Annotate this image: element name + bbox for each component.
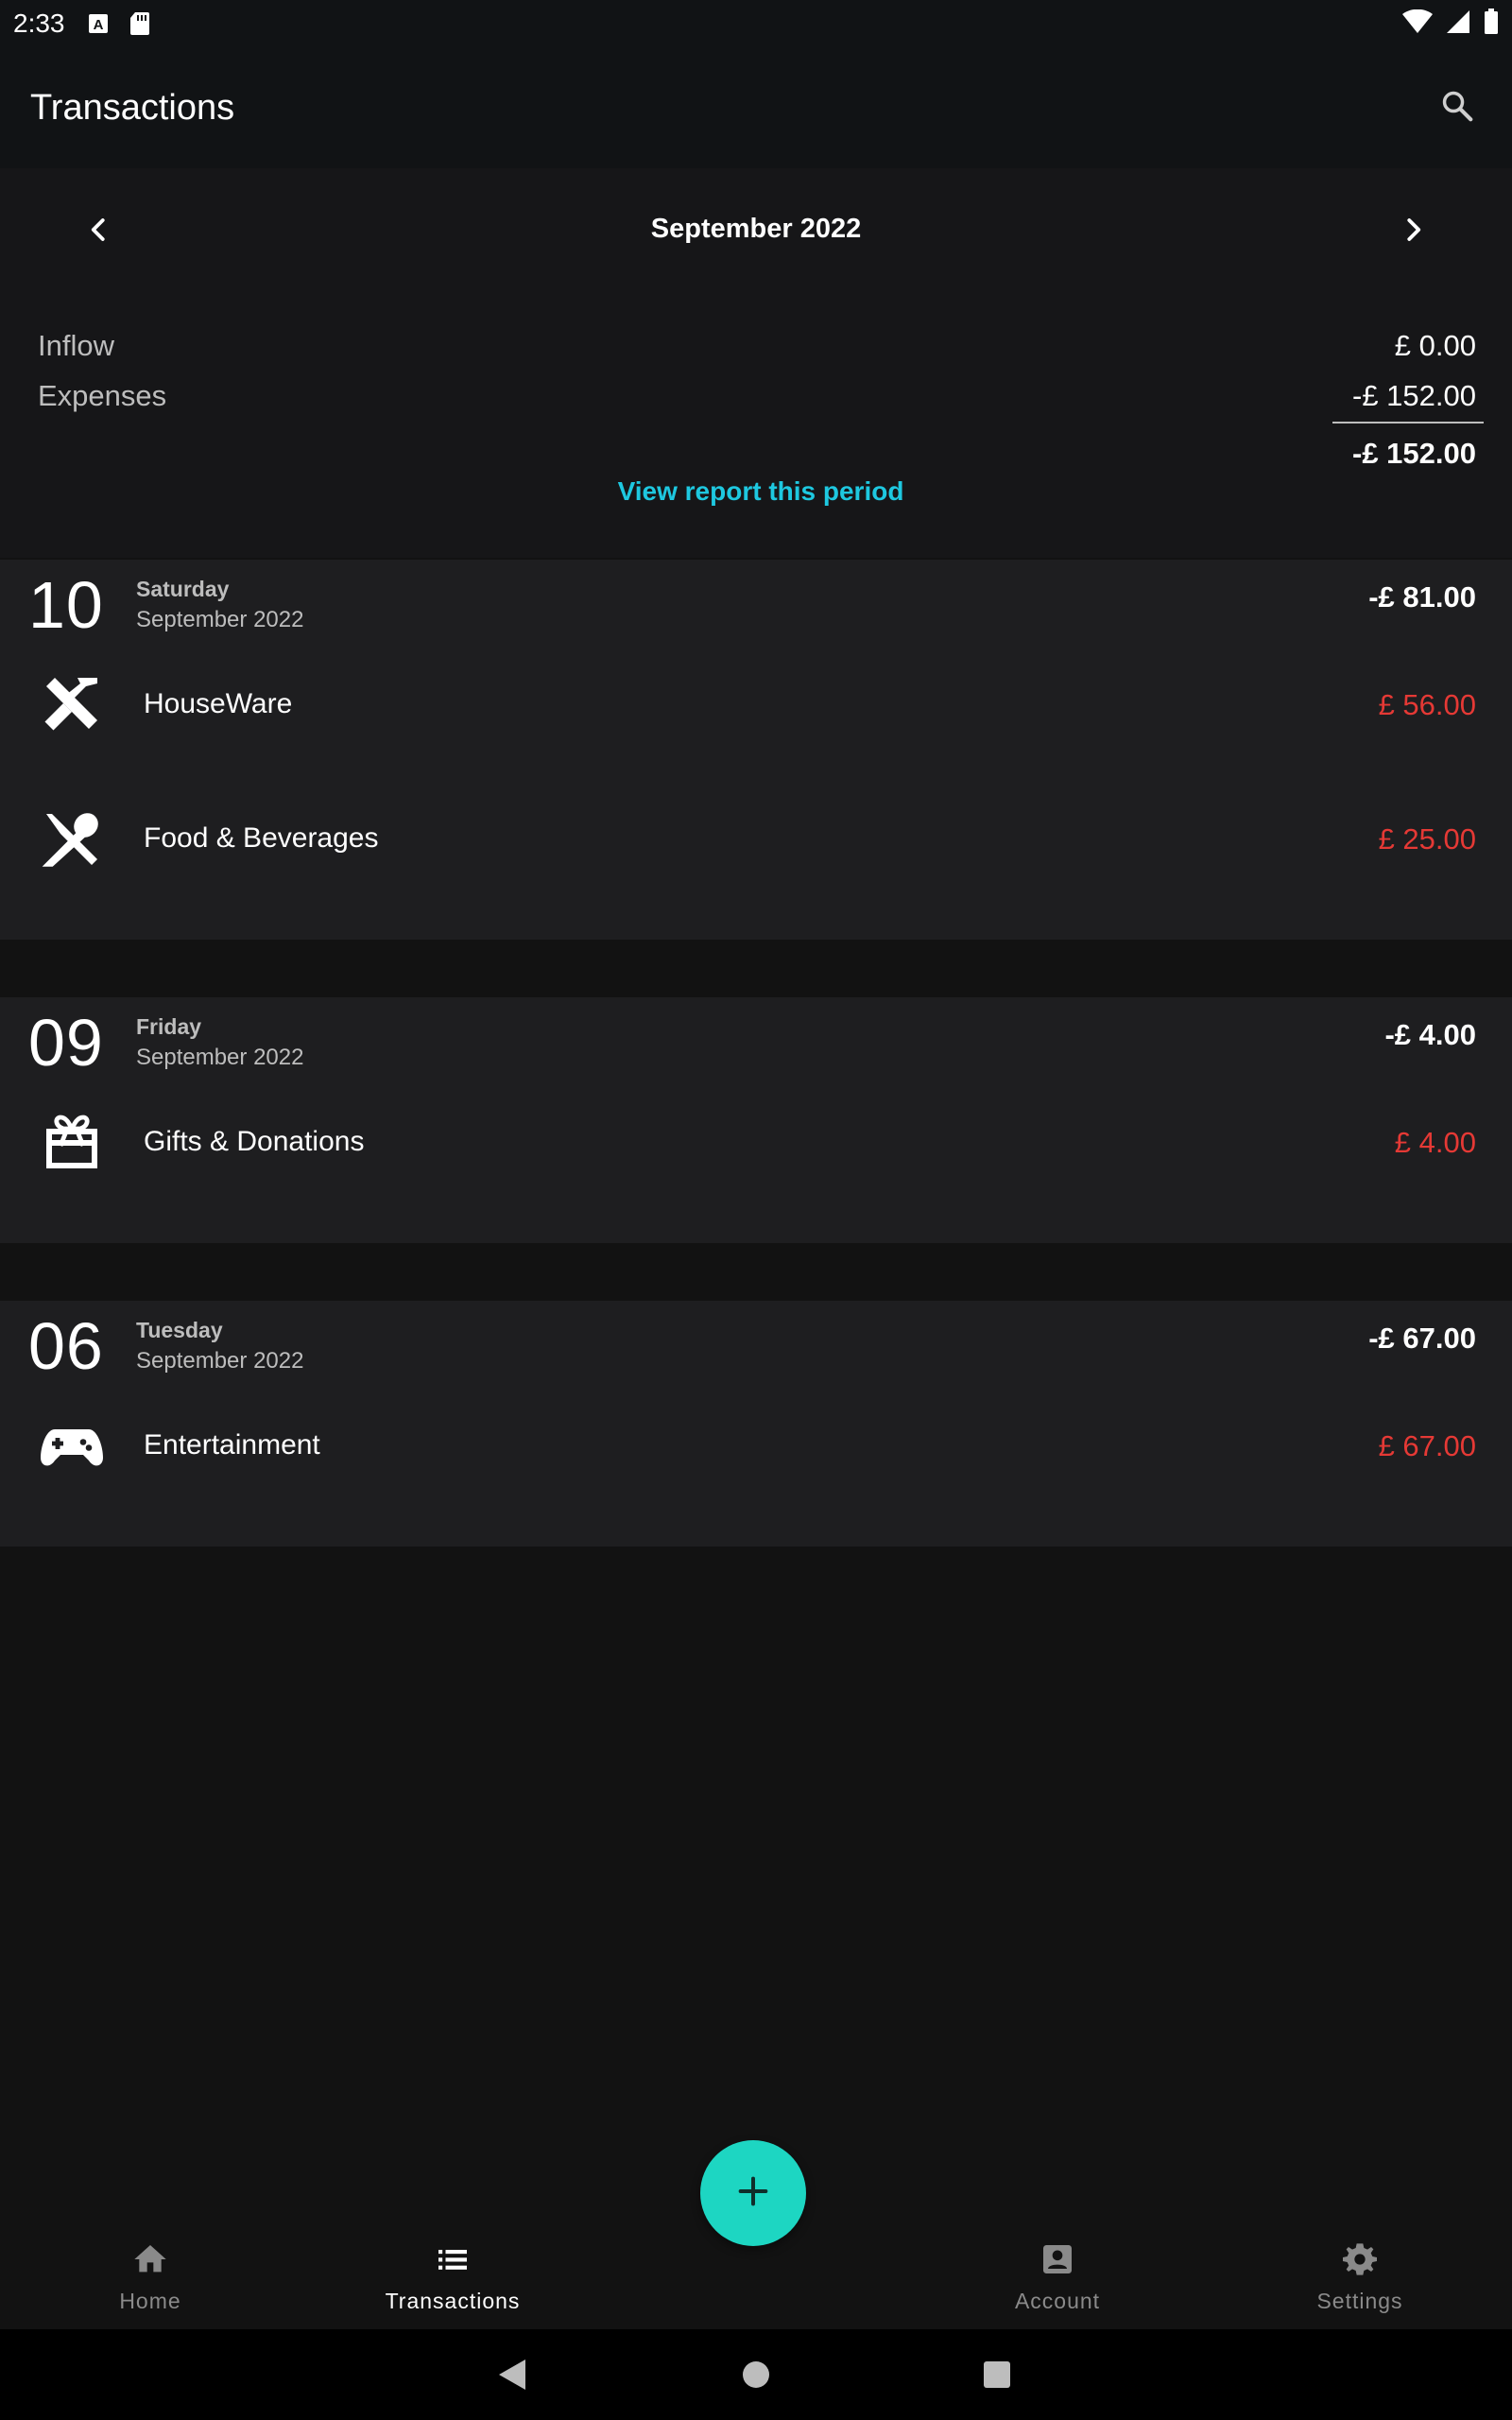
add-transaction-button[interactable] bbox=[700, 2140, 806, 2246]
a-badge-icon: A bbox=[88, 11, 109, 36]
expenses-value: -£ 152.00 bbox=[1352, 379, 1476, 412]
system-recents-button[interactable] bbox=[976, 2356, 1018, 2397]
day-weekday: Saturday bbox=[136, 577, 230, 601]
day-number: 09 bbox=[28, 1006, 104, 1080]
day-month: September 2022 bbox=[136, 607, 304, 632]
transaction-row[interactable]: Gifts & Donations £ 4.00 bbox=[0, 1084, 1512, 1207]
svg-text:A: A bbox=[93, 17, 103, 33]
status-time: 2:33 bbox=[13, 9, 65, 38]
nav-account-label: Account bbox=[1014, 2289, 1101, 2313]
day-weekday: Tuesday bbox=[136, 1318, 223, 1342]
nav-settings[interactable]: Settings bbox=[1237, 2240, 1483, 2325]
system-home-button[interactable] bbox=[735, 2356, 777, 2397]
nav-transactions[interactable]: Transactions bbox=[330, 2240, 576, 2325]
day-number: 10 bbox=[28, 568, 104, 642]
transaction-category: Food & Beverages bbox=[144, 822, 379, 854]
home-icon bbox=[131, 2240, 169, 2283]
period-label: September 2022 bbox=[650, 214, 862, 244]
day-group: 10 Saturday September 2022 -£ 81.00 Hous… bbox=[0, 560, 1512, 940]
nav-account[interactable]: Account bbox=[935, 2240, 1180, 2325]
summary-divider bbox=[1332, 422, 1484, 424]
gamepad-icon bbox=[34, 1409, 110, 1484]
list-icon bbox=[434, 2240, 472, 2283]
back-triangle-icon bbox=[497, 2359, 527, 2395]
transaction-amount: £ 67.00 bbox=[1378, 1429, 1476, 1462]
transaction-row[interactable]: Entertainment £ 67.00 bbox=[0, 1388, 1512, 1511]
chevron-right-icon bbox=[1399, 214, 1427, 251]
nav-transactions-label: Transactions bbox=[385, 2289, 521, 2313]
transaction-amount: £ 4.00 bbox=[1394, 1126, 1476, 1159]
transaction-category: Entertainment bbox=[144, 1429, 320, 1461]
nav-home-label: Home bbox=[119, 2289, 181, 2313]
recents-square-icon bbox=[983, 2360, 1011, 2394]
page-title: Transactions bbox=[30, 87, 235, 128]
day-month: September 2022 bbox=[136, 1045, 304, 1070]
home-circle-icon bbox=[741, 2360, 771, 2394]
account-box-icon bbox=[1039, 2240, 1076, 2283]
day-group: 09 Friday September 2022 -£ 4.00 Gifts &… bbox=[0, 997, 1512, 1243]
day-total: -£ 81.00 bbox=[1368, 580, 1476, 614]
transaction-row[interactable]: Food & Beverages £ 25.00 bbox=[0, 781, 1512, 904]
day-total: -£ 4.00 bbox=[1384, 1018, 1476, 1051]
expenses-label: Expenses bbox=[38, 379, 167, 412]
status-bar: 2:33 A bbox=[0, 0, 1512, 47]
next-period-button[interactable] bbox=[1370, 189, 1455, 274]
nav-settings-label: Settings bbox=[1316, 2289, 1403, 2313]
sd-card-icon bbox=[129, 11, 150, 36]
utensils-icon bbox=[34, 802, 110, 877]
battery-icon bbox=[1484, 8, 1499, 40]
system-navigation-bar bbox=[0, 2329, 1512, 2420]
search-icon bbox=[1439, 88, 1475, 129]
wifi-icon bbox=[1402, 9, 1433, 39]
transaction-category: Gifts & Donations bbox=[144, 1126, 365, 1157]
transaction-amount: £ 25.00 bbox=[1378, 822, 1476, 856]
transaction-amount: £ 56.00 bbox=[1378, 688, 1476, 721]
day-weekday: Friday bbox=[136, 1014, 202, 1039]
day-number: 06 bbox=[28, 1309, 104, 1383]
gear-icon bbox=[1341, 2240, 1379, 2283]
signal-icon bbox=[1446, 9, 1470, 39]
period-total: -£ 152.00 bbox=[1352, 437, 1476, 470]
gift-card-icon bbox=[34, 1105, 110, 1181]
day-month: September 2022 bbox=[136, 1348, 304, 1374]
view-report-link[interactable]: View report this period bbox=[0, 476, 1512, 507]
plus-icon bbox=[734, 2172, 772, 2215]
inflow-row: Inflow £ 0.00 bbox=[38, 329, 1476, 363]
expenses-row: Expenses -£ 152.00 bbox=[38, 379, 1476, 413]
app-bar: Transactions bbox=[0, 47, 1512, 168]
day-group: 06 Tuesday September 2022 -£ 67.00 Enter… bbox=[0, 1301, 1512, 1547]
transaction-row[interactable]: HouseWare £ 56.00 bbox=[0, 647, 1512, 769]
transaction-category: HouseWare bbox=[144, 688, 293, 719]
system-back-button[interactable] bbox=[491, 2356, 533, 2397]
nav-home[interactable]: Home bbox=[27, 2240, 273, 2325]
inflow-value: £ 0.00 bbox=[1394, 329, 1476, 362]
inflow-label: Inflow bbox=[38, 329, 114, 362]
period-navigator: September 2022 bbox=[0, 189, 1512, 274]
tools-icon bbox=[34, 666, 110, 741]
day-total: -£ 67.00 bbox=[1368, 1322, 1476, 1355]
search-button[interactable] bbox=[1423, 74, 1491, 142]
